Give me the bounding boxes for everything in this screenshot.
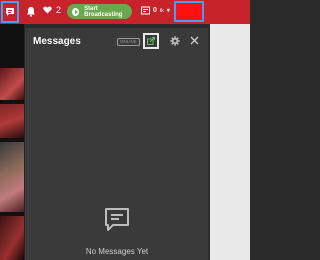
- user-menu-button[interactable]: [174, 1, 204, 22]
- start-broadcasting-button[interactable]: Start Broadcasting: [67, 4, 132, 19]
- broadcaster-thumbnail[interactable]: [0, 142, 24, 212]
- token-count: 0: [153, 7, 157, 14]
- broadcaster-thumbnail[interactable]: [0, 216, 24, 260]
- broadcaster-thumbnail[interactable]: [0, 68, 24, 100]
- token-unit: tk: [159, 7, 164, 14]
- pop-out-button[interactable]: [143, 33, 159, 49]
- messages-panel: Messages ONLINE No Messages Yet: [24, 28, 208, 260]
- token-icon: [141, 6, 150, 15]
- bell-icon[interactable]: [26, 6, 36, 17]
- close-icon[interactable]: [190, 36, 199, 45]
- page-background: [210, 24, 250, 260]
- gear-icon[interactable]: [170, 36, 180, 46]
- broadcaster-thumbnail[interactable]: [0, 104, 24, 138]
- chevron-down-icon: ▾: [166, 8, 170, 14]
- empty-messages-icon: [105, 208, 129, 231]
- likes-count: 2: [56, 5, 62, 15]
- heart-icon: [43, 6, 52, 14]
- broadcaster-thumbnails: [0, 24, 24, 260]
- empty-messages-text: No Messages Yet: [85, 247, 149, 256]
- token-balance-dropdown[interactable]: 0 tk ▾: [141, 6, 170, 15]
- chat-bubble-icon: [6, 8, 14, 16]
- likes-indicator[interactable]: 2: [43, 5, 61, 15]
- play-icon: [72, 7, 80, 16]
- top-bar: 2 Start Broadcasting 0 tk ▾: [0, 0, 250, 24]
- online-status-badge: ONLINE: [117, 38, 140, 46]
- start-broadcasting-label: Start Broadcasting: [84, 5, 123, 18]
- pop-out-icon: [147, 37, 155, 45]
- messages-title: Messages: [33, 35, 81, 47]
- messages-button[interactable]: [1, 1, 19, 23]
